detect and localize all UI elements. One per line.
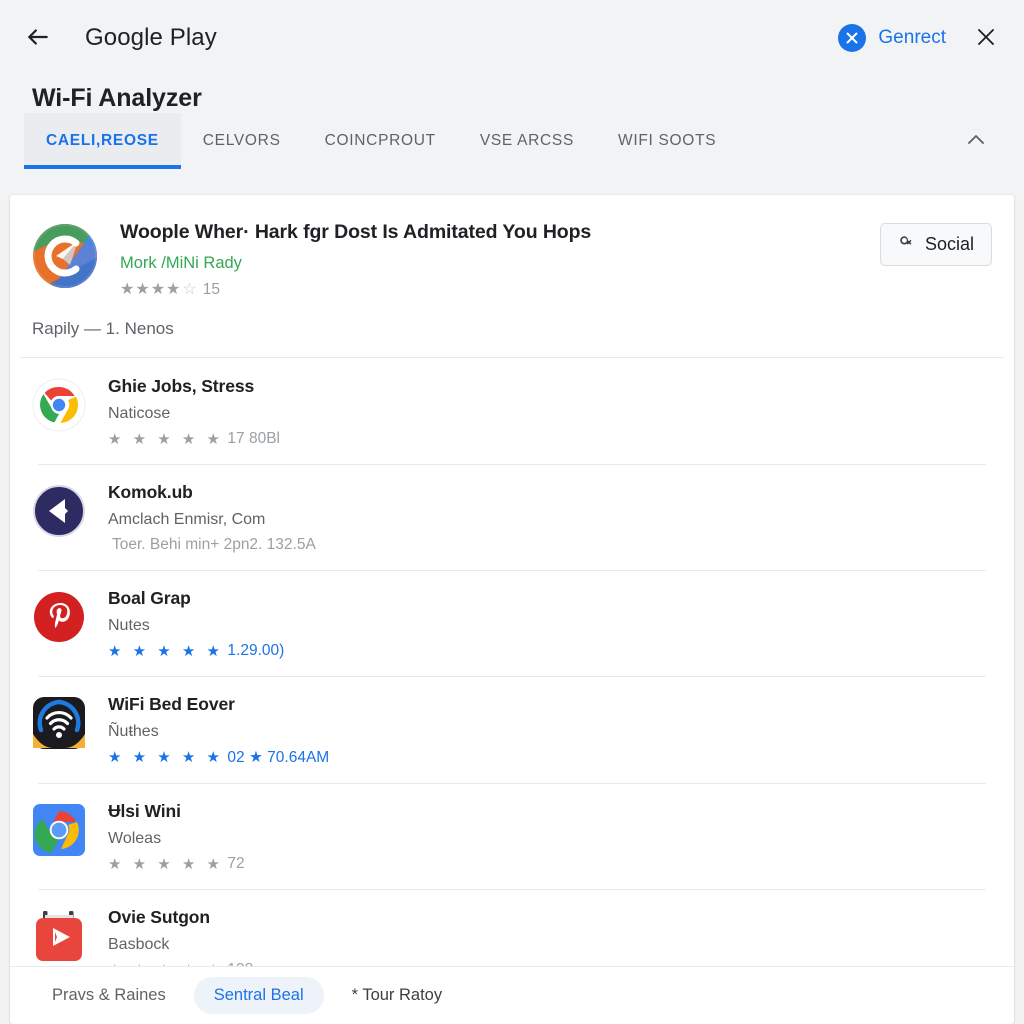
- list-item-rating: ★ ★ ★ ★ ★ 17 80Bl: [108, 430, 992, 448]
- rating-meta: 17 80Bl: [227, 430, 280, 448]
- list-item-text: Ghie Jobs, Stress Naticose ★ ★ ★ ★ ★ 17 …: [108, 376, 992, 448]
- chrome-square-icon: [32, 803, 86, 857]
- chevron-up-icon: [964, 128, 988, 155]
- chip-tour-ratoy[interactable]: * Tour Ratoy: [332, 977, 463, 1014]
- title-bar: Google Play Genrect: [0, 0, 1024, 76]
- list-item-subtitle: Ñuŧhes: [108, 723, 159, 741]
- featured-note: Rapily — 1. Nenos: [32, 319, 174, 339]
- social-button[interactable]: Social: [879, 223, 992, 266]
- rating-meta: Toer. Behi min+ 2pn2. 132.5A: [112, 536, 316, 554]
- close-button[interactable]: [964, 16, 1008, 60]
- list-item-title: Boal Grap: [108, 588, 191, 609]
- featured-app-rating: ★★★★ ☆ 15: [120, 281, 880, 299]
- rating-stars: ★ ★ ★ ★ ★: [108, 430, 224, 448]
- arrow-back-icon: [25, 24, 51, 53]
- play-back-circle-icon: [32, 484, 86, 538]
- account-name: Genrect: [878, 27, 946, 48]
- featured-app-title: Woople Wher· Hark fgr Dost Is Admitated …: [120, 221, 592, 243]
- close-icon: [974, 25, 998, 52]
- list-item[interactable]: WiFi Bed Eover Ñuŧhes ★ ★ ★ ★ ★ 02 ★ 70.…: [10, 676, 1014, 783]
- footer-bar: Pravs & Raines Sentral Beal * Tour Ratoy: [10, 966, 1014, 1024]
- featured-rating-count: 15: [202, 281, 220, 299]
- section-header: Wi-Fi Analyzer: [0, 76, 1024, 113]
- tab-coincprout[interactable]: COINCPROUT: [303, 113, 458, 169]
- app-list: Ghie Jobs, Stress Naticose ★ ★ ★ ★ ★ 17 …: [10, 358, 1014, 995]
- list-item-subtitle: Amclach Enmisr, Com: [108, 511, 266, 529]
- featured-app-developer: Mork /MiNi Rady: [120, 254, 242, 273]
- account-avatar-icon: [838, 24, 867, 52]
- tab-wifi-soots[interactable]: WIFI SOOTS: [596, 113, 738, 169]
- account-button[interactable]: Genrect: [838, 24, 946, 52]
- tab-vse-arcss[interactable]: VSE ARCSS: [458, 113, 596, 169]
- list-item-rating: ★ ★ ★ ★ ★ 1.29.00): [108, 642, 992, 660]
- tab-caeli-reose[interactable]: CAELI,REOSE: [24, 113, 181, 169]
- list-item[interactable]: Ghie Jobs, Stress Naticose ★ ★ ★ ★ ★ 17 …: [10, 358, 1014, 464]
- tab-bar: CAELI,REOSE CELVORS COINCPROUT VSE ARCSS…: [0, 113, 1024, 169]
- list-item-text: Ʉlsi Wini Woleas ★ ★ ★ ★ ★ 72: [108, 801, 992, 873]
- list-item-title: WiFi Bed Eover: [108, 694, 235, 715]
- compass-c-icon: [32, 223, 98, 289]
- list-item-rating: ★ ★ ★ ★ ★ 02 ★ 70.64AM: [108, 748, 992, 767]
- list-item-text: Boal Grap Nutes ★ ★ ★ ★ ★ 1.29.00): [108, 588, 992, 660]
- list-item-rating: Toer. Behi min+ 2pn2. 132.5A: [108, 536, 992, 554]
- wifi-analyzer-icon: [32, 696, 86, 750]
- list-item[interactable]: Ʉlsi Wini Woleas ★ ★ ★ ★ ★ 72: [10, 783, 1014, 889]
- google-play-window: Google Play Genrect Wi-Fi Analyzer CAELI…: [0, 0, 1024, 1024]
- rating-stars-filled: ★★★★: [120, 281, 182, 299]
- list-item[interactable]: Komok.ub Amclach Enmisr, Com Toer. Behi …: [10, 464, 1014, 570]
- key-icon: [898, 234, 916, 255]
- list-item-rating: ★ ★ ★ ★ ★ 72: [108, 855, 992, 873]
- tab-celvors[interactable]: CELVORS: [181, 113, 303, 169]
- rating-stars: ★ ★ ★ ★ ★: [108, 749, 224, 767]
- list-item-subtitle: Woleas: [108, 830, 162, 848]
- list-item-title: Ʉlsi Wini: [108, 801, 181, 822]
- social-button-label: Social: [924, 234, 974, 254]
- back-button[interactable]: [16, 16, 60, 60]
- rating-meta: 02 ★ 70.64AM: [227, 749, 330, 767]
- list-item[interactable]: Boal Grap Nutes ★ ★ ★ ★ ★ 1.29.00): [10, 570, 1014, 676]
- pinterest-icon: [32, 590, 86, 644]
- chip-pravs-raines[interactable]: Pravs & Raines: [32, 977, 186, 1014]
- chrome-circle-icon: [32, 378, 86, 432]
- rating-meta: 72: [227, 855, 245, 873]
- featured-app-text: Woople Wher· Hark fgr Dost Is Admitated …: [120, 221, 880, 299]
- rating-stars-empty: ☆: [182, 281, 198, 299]
- results-card: Woople Wher· Hark fgr Dost Is Admitated …: [10, 195, 1014, 1024]
- list-item-title: Komok.ub: [108, 482, 193, 503]
- list-item-title: Ovie Sutgon: [108, 907, 210, 928]
- chip-sentral-beal[interactable]: Sentral Beal: [193, 977, 324, 1014]
- list-item-subtitle: Naticose: [108, 405, 171, 423]
- page-title: Wi-Fi Analyzer: [32, 84, 202, 112]
- featured-app[interactable]: Woople Wher· Hark fgr Dost Is Admitated …: [10, 195, 1014, 299]
- list-item-title: Ghie Jobs, Stress: [108, 376, 255, 397]
- list-item-text: Komok.ub Amclach Enmisr, Com Toer. Behi …: [108, 482, 992, 554]
- collapse-button[interactable]: [952, 117, 1000, 165]
- rating-meta: 1.29.00): [227, 642, 285, 660]
- list-item-subtitle: Basbock: [108, 936, 170, 954]
- list-item-subtitle: Nutes: [108, 617, 150, 635]
- rating-stars: ★ ★ ★ ★ ★: [108, 642, 224, 660]
- window-title: Google Play: [85, 24, 217, 51]
- list-item-text: WiFi Bed Eover Ñuŧhes ★ ★ ★ ★ ★ 02 ★ 70.…: [108, 694, 992, 767]
- youtube-icon: [32, 909, 86, 963]
- rating-stars: ★ ★ ★ ★ ★: [108, 855, 224, 873]
